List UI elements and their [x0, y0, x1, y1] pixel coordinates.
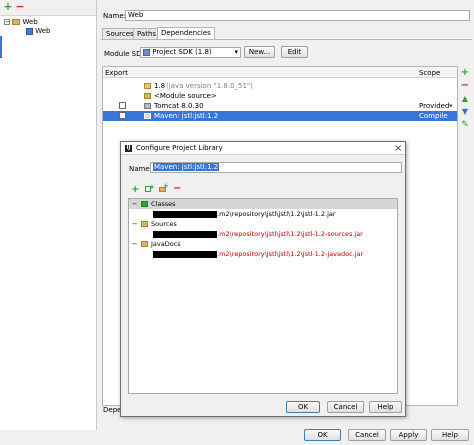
table-row-selected[interactable]: Maven: jstl:jstl:1.2 Compile: [103, 111, 457, 121]
table-row[interactable]: Tomcat 8.0.30 Provided ▾: [103, 101, 457, 111]
remove-icon[interactable]: −: [173, 183, 181, 194]
export-checkbox[interactable]: [119, 112, 126, 119]
tab-paths[interactable]: Paths: [133, 28, 161, 39]
dialog-titlebar: IJ Configure Project Library ×: [121, 142, 405, 155]
redacted-path: [153, 250, 217, 258]
javadoc-icon: [141, 241, 148, 247]
jdk-icon: [143, 48, 150, 56]
collapse-icon[interactable]: −: [132, 219, 137, 229]
scope-select[interactable]: Provided: [419, 101, 449, 111]
tree-item-web-facet[interactable]: Web: [26, 27, 51, 36]
root-path: .m2\repository\jstl\jstl\1.2\jstl-1.2-so…: [217, 230, 363, 238]
dependency-label: <Module source>: [154, 92, 217, 100]
collapse-icon[interactable]: −: [4, 19, 10, 25]
edit-sdk-button[interactable]: Edit: [281, 46, 308, 58]
selection-marker: [0, 36, 2, 58]
redacted-path: [153, 210, 217, 218]
dialog-ok-button[interactable]: OK: [286, 401, 320, 413]
arrow-up-icon[interactable]: ▲: [460, 94, 470, 104]
root-path: .m2\repository\jstl\jstl\1.2\jstl-1.2-ja…: [217, 250, 364, 258]
classes-icon: [141, 201, 148, 207]
library-icon: [144, 103, 151, 109]
root-path: .m2\repository\jstl\jstl\1.2\jstl-1.2.ja…: [217, 210, 336, 218]
app-icon: IJ: [125, 145, 132, 152]
library-root-item[interactable]: .m2\repository\jstl\jstl\1.2\jstl-1.2-so…: [153, 229, 363, 239]
library-roots-tree: − Classes .m2\repository\jstl\jstl\1.2\j…: [128, 198, 398, 394]
library-icon: [144, 113, 151, 119]
redacted-path: [153, 230, 217, 238]
tree-item-label: Web: [35, 27, 51, 35]
column-scope: Scope: [419, 69, 441, 77]
tab-dependencies[interactable]: Dependencies: [157, 27, 215, 39]
add-icon[interactable]: +: [460, 68, 470, 78]
table-header: Export Scope: [103, 67, 457, 78]
collapse-icon[interactable]: −: [132, 239, 137, 249]
web-module-icon: [26, 27, 33, 35]
configure-library-dialog: IJ Configure Project Library × Name: Mav…: [120, 141, 406, 417]
remove-icon[interactable]: −: [460, 81, 470, 91]
dialog-title: Configure Project Library: [136, 144, 223, 152]
folder-icon: [12, 19, 21, 25]
name-label: Name:: [103, 12, 127, 20]
library-root-item[interactable]: .m2\repository\jstl\jstl\1.2\jstl-1.2-ja…: [153, 249, 363, 259]
dependency-toolbar: + − ▲ ▼ ✎: [459, 66, 471, 146]
tree-item-label: Web: [22, 18, 38, 26]
dialog-help-button[interactable]: Help: [369, 401, 402, 413]
collapse-icon[interactable]: −: [132, 199, 137, 209]
library-name-label: Name:: [129, 165, 153, 173]
table-row[interactable]: <Module source>: [103, 91, 457, 101]
arrow-down-icon[interactable]: ▼: [460, 107, 470, 117]
dependency-label: Tomcat 8.0.30: [154, 102, 204, 110]
attach-jar-icon[interactable]: +: [159, 182, 169, 193]
table-row[interactable]: 1.8 (java version "1.8.0_51"): [103, 81, 457, 91]
folder-icon: [144, 93, 151, 99]
library-name-input[interactable]: Maven: jstl:jstl:1.2: [150, 162, 402, 173]
library-root-item[interactable]: .m2\repository\jstl\jstl\1.2\jstl-1.2.ja…: [153, 209, 336, 219]
dependency-detail: (java version "1.8.0_51"): [166, 82, 253, 90]
module-name-input[interactable]: Web: [125, 10, 470, 21]
chevron-down-icon: ▾: [234, 48, 238, 56]
dependency-label: Maven: jstl:jstl:1.2: [154, 112, 219, 120]
group-label: Sources: [151, 220, 177, 228]
group-classes[interactable]: − Classes: [129, 199, 397, 209]
add-icon[interactable]: +: [131, 184, 139, 195]
tree-toolbar: + −: [0, 0, 96, 16]
sdk-value: Project SDK (1.8): [152, 48, 212, 56]
column-export: Export: [105, 69, 128, 77]
tree-item-web-module[interactable]: − Web: [4, 18, 38, 27]
library-name-value: Maven: jstl:jstl:1.2: [153, 163, 220, 171]
add-icon[interactable]: +: [3, 1, 13, 12]
export-checkbox[interactable]: [119, 102, 126, 109]
group-label: JavaDocs: [151, 240, 181, 248]
new-sdk-button[interactable]: New...: [244, 46, 275, 58]
help-button[interactable]: Help: [431, 429, 469, 441]
close-icon[interactable]: ×: [394, 142, 402, 155]
dependency-label: 1.8: [154, 82, 166, 90]
sdk-select[interactable]: Project SDK (1.8) ▾: [140, 47, 241, 58]
tab-divider: [101, 39, 472, 40]
apply-button[interactable]: Apply: [390, 429, 427, 441]
scope-select[interactable]: Compile: [419, 111, 448, 121]
add-classes-icon[interactable]: +: [145, 183, 155, 193]
ok-button[interactable]: OK: [304, 429, 341, 441]
project-structure-tree: + − − Web Web: [0, 0, 97, 430]
jdk-icon: [144, 83, 151, 89]
group-label: Classes: [151, 200, 176, 208]
cancel-button[interactable]: Cancel: [348, 429, 386, 441]
dialog-cancel-button[interactable]: Cancel: [327, 401, 364, 413]
folder-icon: [141, 221, 148, 227]
remove-icon[interactable]: −: [15, 1, 25, 12]
edit-icon[interactable]: ✎: [460, 120, 470, 130]
chevron-down-icon: ▾: [449, 102, 453, 110]
